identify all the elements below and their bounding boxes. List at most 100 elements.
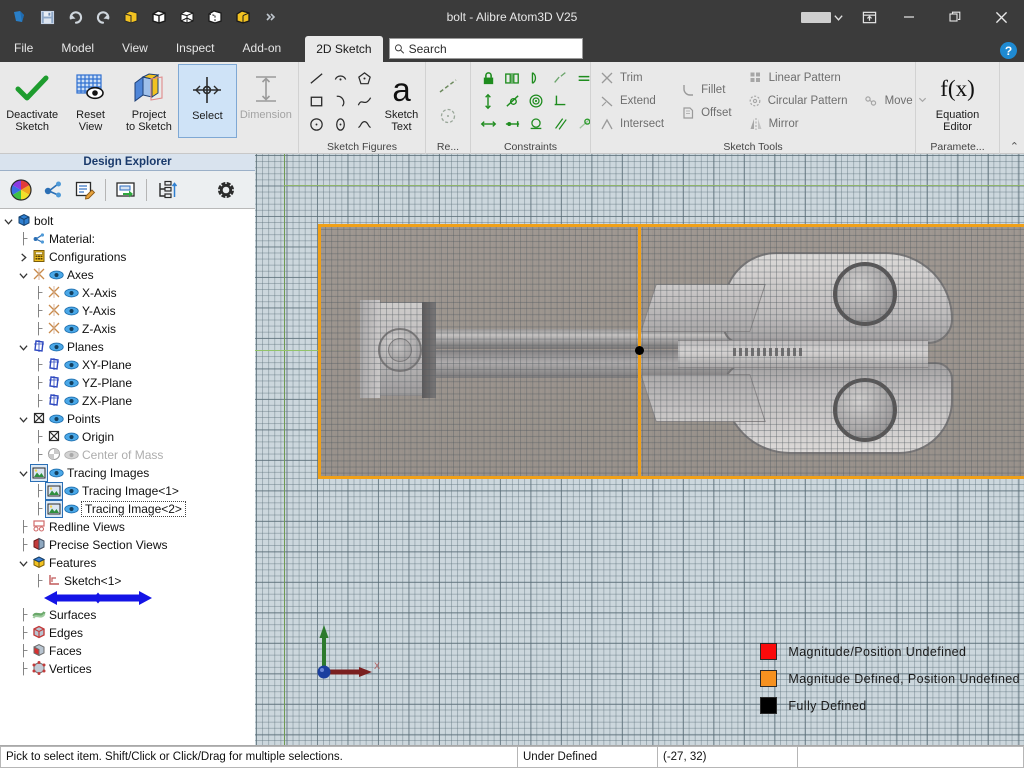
tree-node[interactable]: ├ Y-Axis bbox=[0, 302, 255, 320]
note-edit-icon[interactable] bbox=[70, 175, 100, 205]
arc-tangent-icon[interactable] bbox=[329, 90, 351, 112]
chevron-right-icon[interactable] bbox=[17, 252, 30, 262]
chevron-down-icon[interactable] bbox=[2, 217, 15, 226]
trim-button[interactable]: Trim bbox=[595, 67, 668, 89]
undo-icon[interactable] bbox=[62, 4, 88, 30]
chevron-down-icon[interactable] bbox=[17, 469, 30, 478]
material-icon[interactable] bbox=[38, 175, 68, 205]
tree-node[interactable]: ├ Faces bbox=[0, 642, 255, 660]
visibility-eye-icon[interactable] bbox=[62, 486, 80, 496]
visibility-eye-icon[interactable] bbox=[62, 288, 80, 298]
visibility-eye-icon[interactable] bbox=[47, 270, 65, 280]
tree-node[interactable]: Planes bbox=[0, 338, 255, 356]
reset-view-button[interactable]: Reset View bbox=[61, 64, 119, 138]
concentric-arc-icon[interactable] bbox=[525, 67, 547, 89]
reference-circle-icon[interactable] bbox=[437, 105, 459, 127]
qat-overflow-icon[interactable] bbox=[258, 4, 284, 30]
visibility-eye-icon[interactable] bbox=[62, 360, 80, 370]
color-wheel-icon[interactable] bbox=[6, 175, 36, 205]
tree-node[interactable]: ├ Tracing Image<2> bbox=[0, 500, 255, 518]
symmetric-icon[interactable] bbox=[501, 67, 523, 89]
view-shaded-edges-icon[interactable] bbox=[146, 4, 172, 30]
tree-node[interactable]: ├ Surfaces bbox=[0, 606, 255, 624]
view-shaded-icon[interactable] bbox=[118, 4, 144, 30]
tree-node[interactable]: ├ Sketch<1> bbox=[0, 572, 255, 590]
reference-line-icon[interactable] bbox=[437, 75, 459, 97]
ribbon-display-options-button[interactable] bbox=[852, 0, 886, 34]
maximize-restore-button[interactable] bbox=[932, 0, 978, 34]
mirror-button[interactable]: Mirror bbox=[744, 113, 852, 135]
close-button[interactable] bbox=[978, 0, 1024, 34]
circular-pattern-button[interactable]: Circular Pattern bbox=[744, 90, 852, 112]
vertical-icon[interactable] bbox=[477, 90, 499, 112]
coincident-icon[interactable] bbox=[525, 113, 547, 135]
chevron-down-icon[interactable] bbox=[17, 271, 30, 280]
tree-node[interactable]: ├ Center of Mass bbox=[0, 446, 255, 464]
menu-item-addon[interactable]: Add-on bbox=[229, 34, 296, 62]
horizontal-icon[interactable] bbox=[477, 113, 499, 135]
menu-item-file[interactable]: File bbox=[0, 34, 47, 62]
perpendicular-icon[interactable] bbox=[549, 90, 571, 112]
tree-node[interactable]: Tracing Images bbox=[0, 464, 255, 482]
tree-node[interactable]: Points bbox=[0, 410, 255, 428]
extend-button[interactable]: Extend bbox=[595, 90, 668, 112]
equation-editor-button[interactable]: f(x) Equation Editor bbox=[919, 64, 996, 138]
tree-node[interactable]: ├ Redline Views bbox=[0, 518, 255, 536]
redo-icon[interactable] bbox=[90, 4, 116, 30]
cad-viewport[interactable]: X Magnitude/Position Undefined Magnitude… bbox=[255, 154, 1024, 745]
minimize-button[interactable] bbox=[886, 0, 932, 34]
ellipse-icon[interactable] bbox=[329, 113, 351, 135]
visibility-eye-icon[interactable] bbox=[62, 378, 80, 388]
project-to-sketch-button[interactable]: Project to Sketch bbox=[120, 64, 178, 138]
rectangle-icon[interactable] bbox=[305, 90, 327, 112]
concentric-icon[interactable] bbox=[525, 90, 547, 112]
view-realistic-icon[interactable] bbox=[230, 4, 256, 30]
intersect-button[interactable]: Intersect bbox=[595, 113, 668, 135]
lock-icon[interactable] bbox=[477, 67, 499, 89]
tree-node[interactable]: Features bbox=[0, 554, 255, 572]
view-hidden-line-icon[interactable] bbox=[202, 4, 228, 30]
sketch-text-button[interactable]: a Sketch Text bbox=[381, 64, 422, 138]
tree-node[interactable]: ├ ZX-Plane bbox=[0, 392, 255, 410]
tree-node[interactable]: ├ Origin bbox=[0, 428, 255, 446]
chevron-down-icon[interactable] bbox=[17, 343, 30, 352]
search-input[interactable] bbox=[408, 41, 578, 56]
linear-pattern-button[interactable]: Linear Pattern bbox=[744, 67, 852, 89]
collapse-ribbon-button[interactable]: ⌃ bbox=[1010, 140, 1019, 153]
tree-node[interactable]: ├ Vertices bbox=[0, 660, 255, 678]
circle-icon[interactable] bbox=[305, 113, 327, 135]
offset-button[interactable]: Offset bbox=[676, 102, 735, 124]
design-explorer-tree[interactable]: bolt ├ Material: Configurations Axes ├ X-Axis ├… bbox=[0, 209, 255, 745]
tree-node[interactable]: ├ Material: bbox=[0, 230, 255, 248]
select-button[interactable]: Select bbox=[178, 64, 237, 138]
tree-node[interactable]: ├ YZ-Plane bbox=[0, 374, 255, 392]
account-menu[interactable] bbox=[793, 11, 852, 23]
collinear-icon[interactable] bbox=[549, 67, 571, 89]
menu-item-view[interactable]: View bbox=[108, 34, 162, 62]
tree-node[interactable]: ├ Tracing Image<1> bbox=[0, 482, 255, 500]
tree-node[interactable]: bolt bbox=[0, 212, 255, 230]
search-box[interactable] bbox=[388, 38, 583, 59]
visibility-eye-icon[interactable] bbox=[62, 324, 80, 334]
visibility-eye-icon[interactable] bbox=[62, 432, 80, 442]
tab-2d-sketch[interactable]: 2D Sketch bbox=[305, 36, 383, 62]
tree-node[interactable]: ├ XY-Plane bbox=[0, 356, 255, 374]
gear-settings-icon[interactable] bbox=[211, 175, 241, 205]
sketch-origin-point[interactable] bbox=[635, 346, 644, 355]
fillet-button[interactable]: Fillet bbox=[676, 79, 735, 101]
menu-item-model[interactable]: Model bbox=[47, 34, 108, 62]
help-button[interactable]: ? bbox=[1000, 42, 1017, 59]
visibility-eye-icon[interactable] bbox=[62, 450, 80, 460]
distance-icon[interactable] bbox=[501, 113, 523, 135]
callout-export-icon[interactable] bbox=[111, 175, 141, 205]
tree-node[interactable]: ├ Precise Section Views bbox=[0, 536, 255, 554]
line-icon[interactable] bbox=[305, 67, 327, 89]
chevron-down-icon[interactable] bbox=[17, 559, 30, 568]
visibility-eye-icon[interactable] bbox=[62, 396, 80, 406]
tree-sort-icon[interactable] bbox=[152, 175, 182, 205]
visibility-eye-icon[interactable] bbox=[47, 414, 65, 424]
tree-node[interactable]: ├ Edges bbox=[0, 624, 255, 642]
chevron-down-icon[interactable] bbox=[17, 415, 30, 424]
arc-center-icon[interactable] bbox=[329, 67, 351, 89]
curve-icon[interactable] bbox=[353, 113, 375, 135]
